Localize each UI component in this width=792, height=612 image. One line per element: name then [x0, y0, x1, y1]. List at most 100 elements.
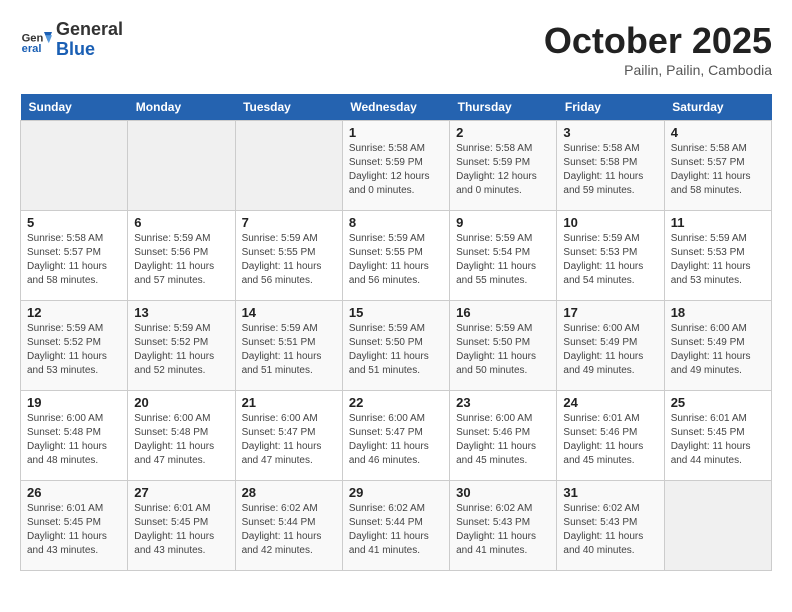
calendar-week-2: 5Sunrise: 5:58 AMSunset: 5:57 PMDaylight… — [21, 211, 772, 301]
day-info: Sunrise: 6:00 AMSunset: 5:47 PMDaylight:… — [242, 412, 336, 468]
day-number: 29 — [349, 485, 443, 500]
weekday-header-friday: Friday — [557, 94, 664, 121]
calendar-cell: 29 Sunrise: 6:02 AMSunset: 5:44 PMDayligh… — [342, 481, 449, 571]
day-info: Sunrise: 6:01 AMSunset: 5:45 PMDaylight:… — [27, 502, 121, 558]
day-number: 16 — [456, 305, 550, 320]
calendar-cell: 8 Sunrise: 5:59 AMSunset: 5:55 PMDaylight… — [342, 211, 449, 301]
day-info: Sunrise: 5:59 AMSunset: 5:53 PMDaylight:… — [671, 232, 765, 288]
day-info: Sunrise: 6:00 AMSunset: 5:49 PMDaylight:… — [671, 322, 765, 378]
calendar-cell: 11 Sunrise: 5:59 AMSunset: 5:53 PMDayligh… — [664, 211, 771, 301]
day-number: 4 — [671, 125, 765, 140]
day-info: Sunrise: 5:59 AMSunset: 5:50 PMDaylight:… — [456, 322, 550, 378]
calendar-cell: 24Sunrise: 6:01 AMSunset: 5:46 PMDayligh… — [557, 391, 664, 481]
svg-text:eral: eral — [22, 43, 42, 55]
weekday-header-monday: Monday — [128, 94, 235, 121]
weekday-header-saturday: Saturday — [664, 94, 771, 121]
calendar-cell: 25Sunrise: 6:01 AMSunset: 5:45 PMDayligh… — [664, 391, 771, 481]
logo-text: General Blue — [56, 20, 123, 60]
day-info: Sunrise: 6:00 AMSunset: 5:46 PMDaylight:… — [456, 412, 550, 468]
day-number: 28 — [242, 485, 336, 500]
day-number: 20 — [134, 395, 228, 410]
calendar-cell — [235, 121, 342, 211]
calendar-cell: 21 Sunrise: 6:00 AMSunset: 5:47 PMDayligh… — [235, 391, 342, 481]
day-number: 12 — [27, 305, 121, 320]
calendar-cell: 4 Sunrise: 5:58 AMSunset: 5:57 PMDaylight… — [664, 121, 771, 211]
day-number: 7 — [242, 215, 336, 230]
day-info: Sunrise: 5:59 AMSunset: 5:52 PMDaylight:… — [134, 322, 228, 378]
day-info: Sunrise: 6:02 AMSunset: 5:43 PMDaylight:… — [563, 502, 657, 558]
day-info: Sunrise: 6:00 AMSunset: 5:48 PMDaylight:… — [27, 412, 121, 468]
day-info: Sunrise: 5:58 AMSunset: 5:57 PMDaylight:… — [671, 142, 765, 198]
day-number: 2 — [456, 125, 550, 140]
calendar-cell: 10Sunrise: 5:59 AMSunset: 5:53 PMDayligh… — [557, 211, 664, 301]
day-number: 6 — [134, 215, 228, 230]
logo-general: General — [56, 20, 123, 40]
day-number: 30 — [456, 485, 550, 500]
calendar-table: SundayMondayTuesdayWednesdayThursdayFrid… — [20, 94, 772, 571]
calendar-week-1: 1 Sunrise: 5:58 AMSunset: 5:59 PMDaylight… — [21, 121, 772, 211]
calendar-cell: 19 Sunrise: 6:00 AMSunset: 5:48 PMDayligh… — [21, 391, 128, 481]
day-number: 27 — [134, 485, 228, 500]
calendar-cell: 30 Sunrise: 6:02 AMSunset: 5:43 PMDayligh… — [450, 481, 557, 571]
day-info: Sunrise: 6:00 AMSunset: 5:48 PMDaylight:… — [134, 412, 228, 468]
weekday-header-row: SundayMondayTuesdayWednesdayThursdayFrid… — [21, 94, 772, 121]
calendar-cell — [128, 121, 235, 211]
day-info: Sunrise: 5:58 AMSunset: 5:59 PMDaylight:… — [456, 142, 550, 198]
day-number: 14 — [242, 305, 336, 320]
calendar-cell: 1Sunrise: 5:58 AMSunset: 5:59 PMDaylight… — [342, 121, 449, 211]
day-number: 3 — [563, 125, 657, 140]
calendar-cell: 2 Sunrise: 5:58 AMSunset: 5:59 PMDaylight… — [450, 121, 557, 211]
logo-blue: Blue — [56, 40, 123, 60]
day-number: 23 — [456, 395, 550, 410]
calendar-cell: 31 Sunrise: 6:02 AMSunset: 5:43 PMDayligh… — [557, 481, 664, 571]
day-info: Sunrise: 5:59 AMSunset: 5:56 PMDaylight:… — [134, 232, 228, 288]
day-number: 1 — [349, 125, 443, 140]
calendar-cell: 12 Sunrise: 5:59 AMSunset: 5:52 PMDayligh… — [21, 301, 128, 391]
calendar-cell: 23 Sunrise: 6:00 AMSunset: 5:46 PMDayligh… — [450, 391, 557, 481]
day-info: Sunrise: 5:59 AMSunset: 5:54 PMDaylight:… — [456, 232, 550, 288]
day-number: 11 — [671, 215, 765, 230]
calendar-cell: 17Sunrise: 6:00 AMSunset: 5:49 PMDayligh… — [557, 301, 664, 391]
day-number: 31 — [563, 485, 657, 500]
title-section: October 2025 Pailin, Pailin, Cambodia — [544, 20, 772, 78]
calendar-cell: 3 Sunrise: 5:58 AMSunset: 5:58 PMDaylight… — [557, 121, 664, 211]
day-info: Sunrise: 5:58 AMSunset: 5:58 PMDaylight:… — [563, 142, 657, 198]
weekday-header-thursday: Thursday — [450, 94, 557, 121]
calendar-cell: 15 Sunrise: 5:59 AMSunset: 5:50 PMDayligh… — [342, 301, 449, 391]
calendar-cell: 14Sunrise: 5:59 AMSunset: 5:51 PMDayligh… — [235, 301, 342, 391]
logo: Gen eral General Blue — [20, 20, 123, 60]
weekday-header-wednesday: Wednesday — [342, 94, 449, 121]
calendar-cell: 18 Sunrise: 6:00 AMSunset: 5:49 PMDayligh… — [664, 301, 771, 391]
day-number: 13 — [134, 305, 228, 320]
logo-icon: Gen eral — [20, 24, 52, 56]
day-number: 8 — [349, 215, 443, 230]
calendar-cell: 27Sunrise: 6:01 AMSunset: 5:45 PMDayligh… — [128, 481, 235, 571]
day-number: 25 — [671, 395, 765, 410]
day-info: Sunrise: 6:02 AMSunset: 5:44 PMDaylight:… — [242, 502, 336, 558]
day-number: 19 — [27, 395, 121, 410]
calendar-cell: 20 Sunrise: 6:00 AMSunset: 5:48 PMDayligh… — [128, 391, 235, 481]
day-info: Sunrise: 5:59 AMSunset: 5:53 PMDaylight:… — [563, 232, 657, 288]
day-number: 21 — [242, 395, 336, 410]
calendar-cell: 9Sunrise: 5:59 AMSunset: 5:54 PMDaylight… — [450, 211, 557, 301]
month-title: October 2025 — [544, 20, 772, 62]
day-number: 15 — [349, 305, 443, 320]
calendar-cell — [664, 481, 771, 571]
day-number: 18 — [671, 305, 765, 320]
day-info: Sunrise: 5:59 AMSunset: 5:55 PMDaylight:… — [349, 232, 443, 288]
day-number: 24 — [563, 395, 657, 410]
calendar-cell: 5Sunrise: 5:58 AMSunset: 5:57 PMDaylight… — [21, 211, 128, 301]
calendar-cell: 26Sunrise: 6:01 AMSunset: 5:45 PMDayligh… — [21, 481, 128, 571]
day-info: Sunrise: 6:00 AMSunset: 5:47 PMDaylight:… — [349, 412, 443, 468]
calendar-cell: 28 Sunrise: 6:02 AMSunset: 5:44 PMDayligh… — [235, 481, 342, 571]
day-info: Sunrise: 5:59 AMSunset: 5:52 PMDaylight:… — [27, 322, 121, 378]
day-info: Sunrise: 6:02 AMSunset: 5:43 PMDaylight:… — [456, 502, 550, 558]
calendar-cell: 7Sunrise: 5:59 AMSunset: 5:55 PMDaylight… — [235, 211, 342, 301]
day-info: Sunrise: 5:59 AMSunset: 5:50 PMDaylight:… — [349, 322, 443, 378]
day-number: 5 — [27, 215, 121, 230]
calendar-cell: 6 Sunrise: 5:59 AMSunset: 5:56 PMDaylight… — [128, 211, 235, 301]
day-number: 17 — [563, 305, 657, 320]
weekday-header-sunday: Sunday — [21, 94, 128, 121]
day-info: Sunrise: 6:02 AMSunset: 5:44 PMDaylight:… — [349, 502, 443, 558]
location-subtitle: Pailin, Pailin, Cambodia — [544, 62, 772, 78]
